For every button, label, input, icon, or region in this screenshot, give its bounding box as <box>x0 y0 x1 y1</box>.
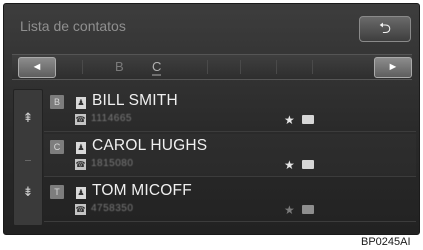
contact-row[interactable]: C ♟ CAROL HUGHS ☎ 1815080 ★ <box>44 134 416 177</box>
tab-letter-b[interactable]: B <box>115 59 124 74</box>
contact-number: 4758350 <box>91 203 134 214</box>
favorite-star-icon[interactable]: ★ <box>284 203 295 217</box>
scroll-down-button[interactable]: ⇟ <box>17 178 39 206</box>
person-icon: ♟ <box>76 187 86 199</box>
back-icon: ⮌ <box>378 20 391 37</box>
tab-divider <box>207 60 208 74</box>
index-letter-badge: B <box>50 95 64 109</box>
tab-divider <box>312 60 313 74</box>
folder-icon[interactable] <box>302 205 314 214</box>
scroll-divider <box>25 160 31 161</box>
index-letter-badge: C <box>50 140 64 154</box>
page-title: Lista de contatos <box>20 18 126 34</box>
contact-number: 1114665 <box>91 113 132 124</box>
tab-letter-c[interactable]: C <box>152 59 162 76</box>
contact-name: BILL SMITH <box>92 92 178 109</box>
contacts-screen: Lista de contatos ⮌ ◄ B C ► ⇞ ⇟ B ♟ BILL… <box>3 3 420 235</box>
scroll-bar[interactable]: ⇞ ⇟ <box>13 89 43 226</box>
page-up-icon: ⇞ <box>22 110 34 125</box>
tab-divider <box>82 60 83 74</box>
tab-divider <box>240 60 241 74</box>
scroll-up-button[interactable]: ⇞ <box>17 104 39 132</box>
alphabet-bar: ◄ B C ► <box>12 54 412 80</box>
page-down-icon: ⇟ <box>22 184 34 199</box>
tab-divider <box>276 60 277 74</box>
phone-icon: ☎ <box>75 114 86 125</box>
folder-icon[interactable] <box>302 160 314 169</box>
back-button[interactable]: ⮌ <box>359 16 411 42</box>
arrow-right-icon: ► <box>387 61 399 73</box>
favorite-star-icon[interactable]: ★ <box>284 158 295 172</box>
folder-icon[interactable] <box>302 115 314 124</box>
previous-letters-button[interactable]: ◄ <box>18 57 56 78</box>
contact-row[interactable]: B ♟ BILL SMITH ☎ 1114665 ★ <box>44 89 416 132</box>
favorite-star-icon[interactable]: ★ <box>284 113 295 127</box>
person-icon: ♟ <box>76 142 86 154</box>
contact-number: 1815080 <box>91 158 134 169</box>
figure-code: BP0245AI <box>361 236 411 248</box>
phone-icon: ☎ <box>75 204 86 215</box>
arrow-left-icon: ◄ <box>31 61 43 73</box>
contact-row[interactable]: T ♟ TOM MICOFF ☎ 4758350 ★ <box>44 179 416 222</box>
person-icon: ♟ <box>76 97 86 109</box>
contact-name: CAROL HUGHS <box>92 137 208 154</box>
contact-list: B ♟ BILL SMITH ☎ 1114665 ★ C ♟ CAROL HUG… <box>44 89 416 229</box>
phone-icon: ☎ <box>75 159 86 170</box>
contact-name: TOM MICOFF <box>92 182 192 199</box>
index-letter-badge: T <box>50 185 64 199</box>
next-letters-button[interactable]: ► <box>374 57 412 78</box>
